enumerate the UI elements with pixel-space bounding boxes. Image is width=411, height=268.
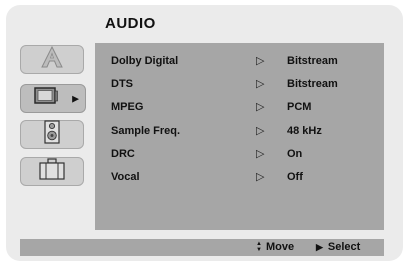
right-arrow-icon: ▷ [256, 171, 265, 183]
setting-value: 48 kHz [287, 125, 322, 137]
setting-row-dolby-digital[interactable]: Dolby Digital ▷ Bitstream [111, 53, 376, 71]
setting-value: Off [287, 171, 303, 183]
menu-title: AUDIO [105, 15, 156, 32]
select-hint: ▶ Select [316, 241, 360, 253]
setting-label: DTS [111, 78, 133, 90]
right-arrow-icon: ▷ [256, 78, 265, 90]
setting-value: Bitstream [287, 78, 338, 90]
setting-label: Vocal [111, 171, 140, 183]
setting-value: Bitstream [287, 55, 338, 67]
right-arrow-icon: ▷ [256, 101, 265, 113]
move-hint: ▲▼ Move [256, 241, 294, 253]
setting-row-drc[interactable]: DRC ▷ On [111, 146, 376, 164]
setting-row-mpeg[interactable]: MPEG ▷ PCM [111, 99, 376, 117]
setting-value: PCM [287, 101, 312, 113]
setting-row-dts[interactable]: DTS ▷ Bitstream [111, 76, 376, 94]
up-down-arrow-icon: ▲▼ [256, 241, 262, 254]
hint-bar: ▲▼ Move ▶ Select [20, 239, 384, 256]
tab-others[interactable] [20, 157, 84, 186]
tab-language[interactable] [20, 45, 84, 74]
briefcase-icon [39, 158, 65, 185]
setting-value: On [287, 148, 303, 160]
right-arrow-icon: ▷ [256, 125, 265, 137]
setting-label: Sample Freq. [111, 125, 181, 137]
tab-display[interactable]: ▶ [20, 84, 86, 113]
tab-selected-arrow: ▶ [72, 93, 79, 103]
setting-row-sample-freq[interactable]: Sample Freq. ▷ 48 kHz [111, 123, 376, 141]
letter-a-icon [40, 45, 64, 73]
monitor-icon [34, 87, 58, 110]
move-label: Move [266, 241, 295, 253]
settings-panel: Dolby Digital ▷ Bitstream DTS ▷ Bitstrea… [95, 43, 384, 230]
speaker-icon [44, 120, 60, 149]
play-arrow-icon: ▶ [316, 242, 323, 252]
right-arrow-icon: ▷ [256, 55, 265, 67]
setting-label: MPEG [111, 101, 144, 113]
right-arrow-icon: ▷ [256, 148, 265, 160]
setting-label: Dolby Digital [111, 55, 179, 67]
setting-label: DRC [111, 148, 135, 160]
select-label: Select [327, 241, 361, 253]
setting-row-vocal[interactable]: Vocal ▷ Off [111, 169, 376, 187]
tab-audio[interactable] [20, 120, 84, 149]
